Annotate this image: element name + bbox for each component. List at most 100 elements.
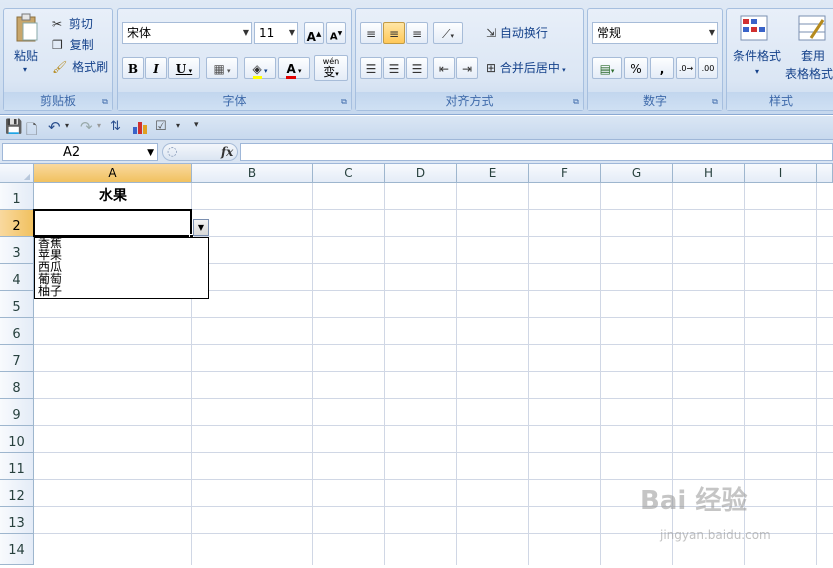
align-center-button[interactable]: ☰ [383, 57, 405, 79]
gridline [456, 183, 457, 565]
merge-center-button[interactable]: ⊞ 合并后居中 ▾ [486, 57, 582, 79]
column-header-d[interactable]: D [385, 164, 457, 183]
column-header-c[interactable]: C [313, 164, 385, 183]
column-header-g[interactable]: G [601, 164, 673, 183]
sort-icon[interactable]: ⇅ [110, 119, 121, 134]
decrease-indent-button[interactable]: ⇤ [433, 57, 455, 79]
row-header-6[interactable]: 6 [0, 318, 34, 345]
phonetic-button[interactable]: wén 变▾ [314, 55, 348, 81]
cell-a2-selected[interactable] [33, 209, 192, 237]
cut-button[interactable]: ✂ 剪切 [52, 13, 112, 35]
orientation-button[interactable]: ⟋▾ [433, 22, 463, 44]
gridline [34, 425, 833, 426]
row-header-4[interactable]: 4 [0, 264, 34, 291]
font-launcher-icon[interactable]: ⧉ [340, 98, 348, 106]
copy-button[interactable]: ❐ 复制 [52, 34, 112, 56]
column-header-b[interactable]: B [192, 164, 313, 183]
table-format-label-1: 套用 [801, 49, 826, 63]
chevron-down-icon: ▼ [708, 28, 715, 37]
save-icon[interactable]: 💾 [5, 119, 22, 135]
align-middle-button[interactable]: ≡ [383, 22, 405, 44]
gridline [34, 452, 833, 453]
font-color-button[interactable]: A ▾ [278, 57, 310, 79]
column-header-i[interactable]: I [745, 164, 817, 183]
row-header-8[interactable]: 8 [0, 372, 34, 399]
italic-button[interactable]: I [145, 57, 167, 79]
align-right-button[interactable]: ☰ [406, 57, 428, 79]
alignment-launcher-icon[interactable]: ⧉ [572, 98, 580, 106]
decrease-decimal-button[interactable]: .00 [698, 57, 718, 79]
increase-decimal-button[interactable]: .0→ [676, 57, 696, 79]
chevron-down-icon[interactable]: ▼ [147, 145, 154, 161]
align-top-button[interactable]: ≡ [360, 22, 382, 44]
font-color-icon: A [286, 62, 296, 79]
paste-button[interactable]: 粘贴 ▾ [8, 11, 44, 79]
row-header-7[interactable]: 7 [0, 345, 34, 372]
currency-icon: ▤ [599, 62, 611, 76]
currency-button[interactable]: ▤▾ [592, 57, 622, 79]
row-header-13[interactable]: 13 [0, 507, 34, 534]
form-icon[interactable]: ☑ [155, 119, 167, 134]
chevron-down-icon: ▼ [242, 28, 249, 37]
list-item[interactable]: 柚子 [38, 285, 62, 298]
customize-toolbar-icon[interactable]: ▾ [194, 120, 199, 130]
column-header-h[interactable]: H [673, 164, 745, 183]
clipboard-launcher-icon[interactable]: ⧉ [101, 98, 109, 106]
column-header-j[interactable] [817, 164, 833, 183]
increase-indent-button[interactable]: ⇥ [456, 57, 478, 79]
validation-dropdown-button[interactable]: ▼ [193, 219, 209, 236]
column-header-f[interactable]: F [529, 164, 601, 183]
column-header-a[interactable]: A [34, 164, 192, 183]
styles-group: 条件格式 ▾ 套用 表格格式 样式 [726, 8, 833, 111]
number-format-select[interactable]: 常规 ▼ [592, 22, 718, 44]
align-bottom-button[interactable]: ≡ [406, 22, 428, 44]
format-painter-label: 格式刷 [72, 60, 109, 74]
styles-group-label: 样式 [727, 92, 833, 110]
format-painter-button[interactable]: 🖌 格式刷 [52, 56, 114, 78]
name-box[interactable]: A2 ▼ [2, 143, 158, 161]
row-header-12[interactable]: 12 [0, 480, 34, 507]
select-all-corner[interactable]: ◢ [0, 164, 34, 183]
formula-toggle-icon[interactable]: ◌ [167, 144, 177, 158]
bold-button[interactable]: B [122, 57, 144, 79]
table-format-button[interactable]: 套用 表格格式 [785, 11, 833, 83]
chevron-down-icon: ▾ [559, 66, 566, 74]
row-header-11[interactable]: 11 [0, 453, 34, 480]
watermark-url: jingyan.baidu.com [660, 528, 771, 542]
align-left-button[interactable]: ☰ [360, 57, 382, 79]
increase-decimal-icon: .0→ [678, 64, 694, 73]
redo-icon[interactable]: ↷ [80, 118, 93, 136]
row-header-10[interactable]: 10 [0, 426, 34, 453]
row-header-14[interactable]: 14 [0, 534, 34, 565]
row-header-5[interactable]: 5 [0, 291, 34, 318]
font-size-select[interactable]: 11 ▼ [254, 22, 298, 44]
border-button[interactable]: ▦ ▾ [206, 57, 238, 79]
undo-icon[interactable]: ↶ [48, 118, 61, 136]
row-header-1[interactable]: 1 [0, 183, 34, 210]
fill-color-button[interactable]: ◈ ▾ [244, 57, 276, 79]
number-launcher-icon[interactable]: ⧉ [711, 98, 719, 106]
wrap-text-button[interactable]: ⇲ 自动换行 [486, 22, 582, 44]
conditional-format-button[interactable]: 条件格式 ▾ [729, 11, 785, 83]
percent-button[interactable]: % [624, 57, 648, 79]
row-header-3[interactable]: 3 [0, 237, 34, 264]
row-header-2[interactable]: 2 [0, 210, 34, 237]
column-header-e[interactable]: E [457, 164, 529, 183]
cell-a1[interactable]: 水果 [34, 183, 192, 210]
insert-function-icon[interactable]: fx [221, 145, 233, 159]
chart-icon[interactable] [132, 119, 148, 139]
comma-button[interactable]: , [650, 57, 674, 79]
formula-input[interactable] [240, 143, 833, 161]
font-name-select[interactable]: 宋体 ▼ [122, 22, 252, 44]
chevron-down-icon[interactable]: ▾ [97, 121, 101, 130]
shrink-font-button[interactable]: A▼ [326, 22, 346, 44]
gridline [600, 183, 601, 565]
chevron-down-icon[interactable]: ▾ [176, 121, 180, 130]
row-header-9[interactable]: 9 [0, 399, 34, 426]
merge-center-label: 合并后居中 [499, 61, 560, 75]
underline-button[interactable]: U ▾ [168, 57, 200, 79]
chevron-down-icon[interactable]: ▾ [65, 121, 69, 130]
grow-font-button[interactable]: A▲ [304, 22, 324, 44]
border-icon: ▦ [213, 62, 225, 76]
align-top-icon: ≡ [365, 27, 377, 41]
